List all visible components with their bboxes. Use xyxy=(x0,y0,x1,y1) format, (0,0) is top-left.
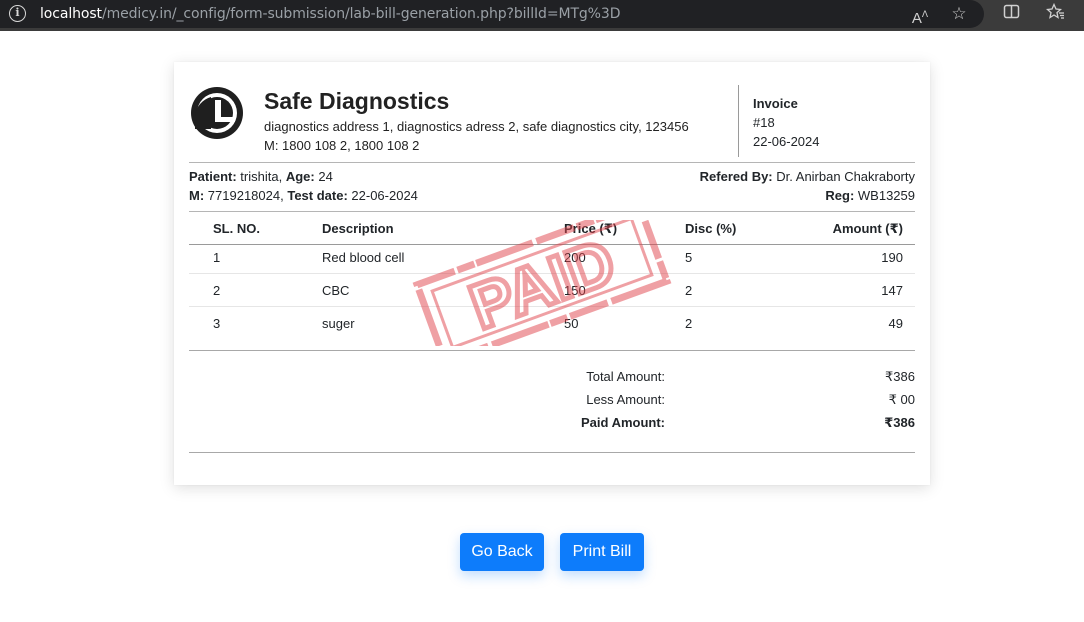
company-name: Safe Diagnostics xyxy=(264,88,450,114)
patient-age-label: Age: xyxy=(285,169,315,184)
table-bottom-line xyxy=(189,350,915,351)
referred-by-doctor: Dr. Anirban Chakraborty xyxy=(776,169,915,184)
cell-description: suger xyxy=(322,316,355,331)
cell-disc: 2 xyxy=(685,283,693,298)
cell-amount: 147 xyxy=(881,283,903,298)
col-header-description: Description xyxy=(322,221,394,236)
paid-stamp-text: PAID xyxy=(460,225,624,343)
favorite-star-icon[interactable]: ☆ xyxy=(947,3,971,25)
test-date-label: Test date: xyxy=(287,188,348,203)
patient-name-label: Patient: xyxy=(189,169,237,184)
invoice-date: 22-06-2024 xyxy=(753,134,820,149)
company-address: diagnostics address 1, diagnostics adres… xyxy=(264,119,689,134)
patient-separator xyxy=(189,211,915,212)
patient-age: 24 xyxy=(318,169,333,184)
reg-label: Reg: xyxy=(825,188,855,203)
total-amount-label: Total Amount: xyxy=(586,369,665,384)
cell-disc: 2 xyxy=(685,316,693,331)
patient-mobile: 7719218024 xyxy=(207,188,281,203)
patient-info: Patient: trishita, Age: 24 xyxy=(189,169,333,184)
row-divider xyxy=(189,273,915,274)
referred-by-label: Refered By: xyxy=(699,169,773,184)
address-bar[interactable]: i localhost/medicy.in/_config/form-submi… xyxy=(0,0,984,28)
cell-description: Red blood cell xyxy=(322,250,405,265)
cell-price: 200 xyxy=(564,250,586,265)
patient-mobile-label: M: xyxy=(189,188,205,203)
cell-amount: 49 xyxy=(888,316,903,331)
cell-disc: 5 xyxy=(685,250,693,265)
company-phone: M: 1800 108 2, 1800 108 2 xyxy=(264,138,420,153)
header-divider xyxy=(738,85,739,157)
cell-price: 150 xyxy=(564,283,586,298)
less-amount-value: ₹ 00 xyxy=(888,392,915,407)
site-info-icon[interactable]: i xyxy=(9,5,26,22)
go-back-button[interactable]: Go Back xyxy=(460,533,544,571)
cell-price: 50 xyxy=(564,316,579,331)
row-divider xyxy=(189,306,915,307)
referred-by: Refered By: Dr. Anirban Chakraborty xyxy=(700,169,915,184)
header-separator xyxy=(189,162,915,163)
read-aloud-icon[interactable]: Aᐱ xyxy=(908,3,932,30)
invoice-label: Invoice xyxy=(753,96,798,111)
cell-description: CBC xyxy=(322,283,350,298)
patient-name: trishita xyxy=(240,169,279,184)
company-logo xyxy=(191,87,243,139)
table-header-line xyxy=(189,244,915,245)
invoice-card: Safe Diagnostics diagnostics address 1, … xyxy=(174,62,930,485)
print-bill-button[interactable]: Print Bill xyxy=(560,533,644,571)
url-text[interactable]: localhost/medicy.in/_config/form-submiss… xyxy=(40,6,620,22)
patient-contact: M: 7719218024, Test date: 22-06-2024 xyxy=(189,188,418,203)
url-path: /medicy.in/_config/form-submission/lab-b… xyxy=(101,6,621,22)
url-host: localhost xyxy=(40,6,102,22)
invoice-number: #18 xyxy=(753,115,775,130)
col-header-disc: Disc (%) xyxy=(685,221,737,236)
paid-stamp: PAID xyxy=(412,220,672,346)
less-amount-label: Less Amount: xyxy=(586,392,665,407)
cell-sl: 2 xyxy=(213,283,221,298)
col-header-sl: SL. NO. xyxy=(213,221,260,236)
cell-amount: 190 xyxy=(881,250,903,265)
footer-line xyxy=(189,452,915,453)
registration: Reg: WB13259 xyxy=(825,188,915,203)
reg-number: WB13259 xyxy=(857,188,915,203)
total-amount-value: ₹386 xyxy=(885,369,915,384)
cell-sl: 1 xyxy=(213,250,221,265)
browser-toolbar: i localhost/medicy.in/_config/form-submi… xyxy=(0,0,1084,31)
split-screen-icon[interactable] xyxy=(999,3,1023,26)
paid-amount-label: Paid Amount: xyxy=(580,415,665,430)
paid-amount-value: ₹386 xyxy=(884,415,915,430)
col-header-amount: Amount (₹) xyxy=(832,221,903,236)
test-date: 22-06-2024 xyxy=(351,188,418,203)
col-header-price: Price (₹) xyxy=(564,221,618,236)
favorites-icon[interactable] xyxy=(1043,2,1067,26)
cell-sl: 3 xyxy=(213,316,221,331)
